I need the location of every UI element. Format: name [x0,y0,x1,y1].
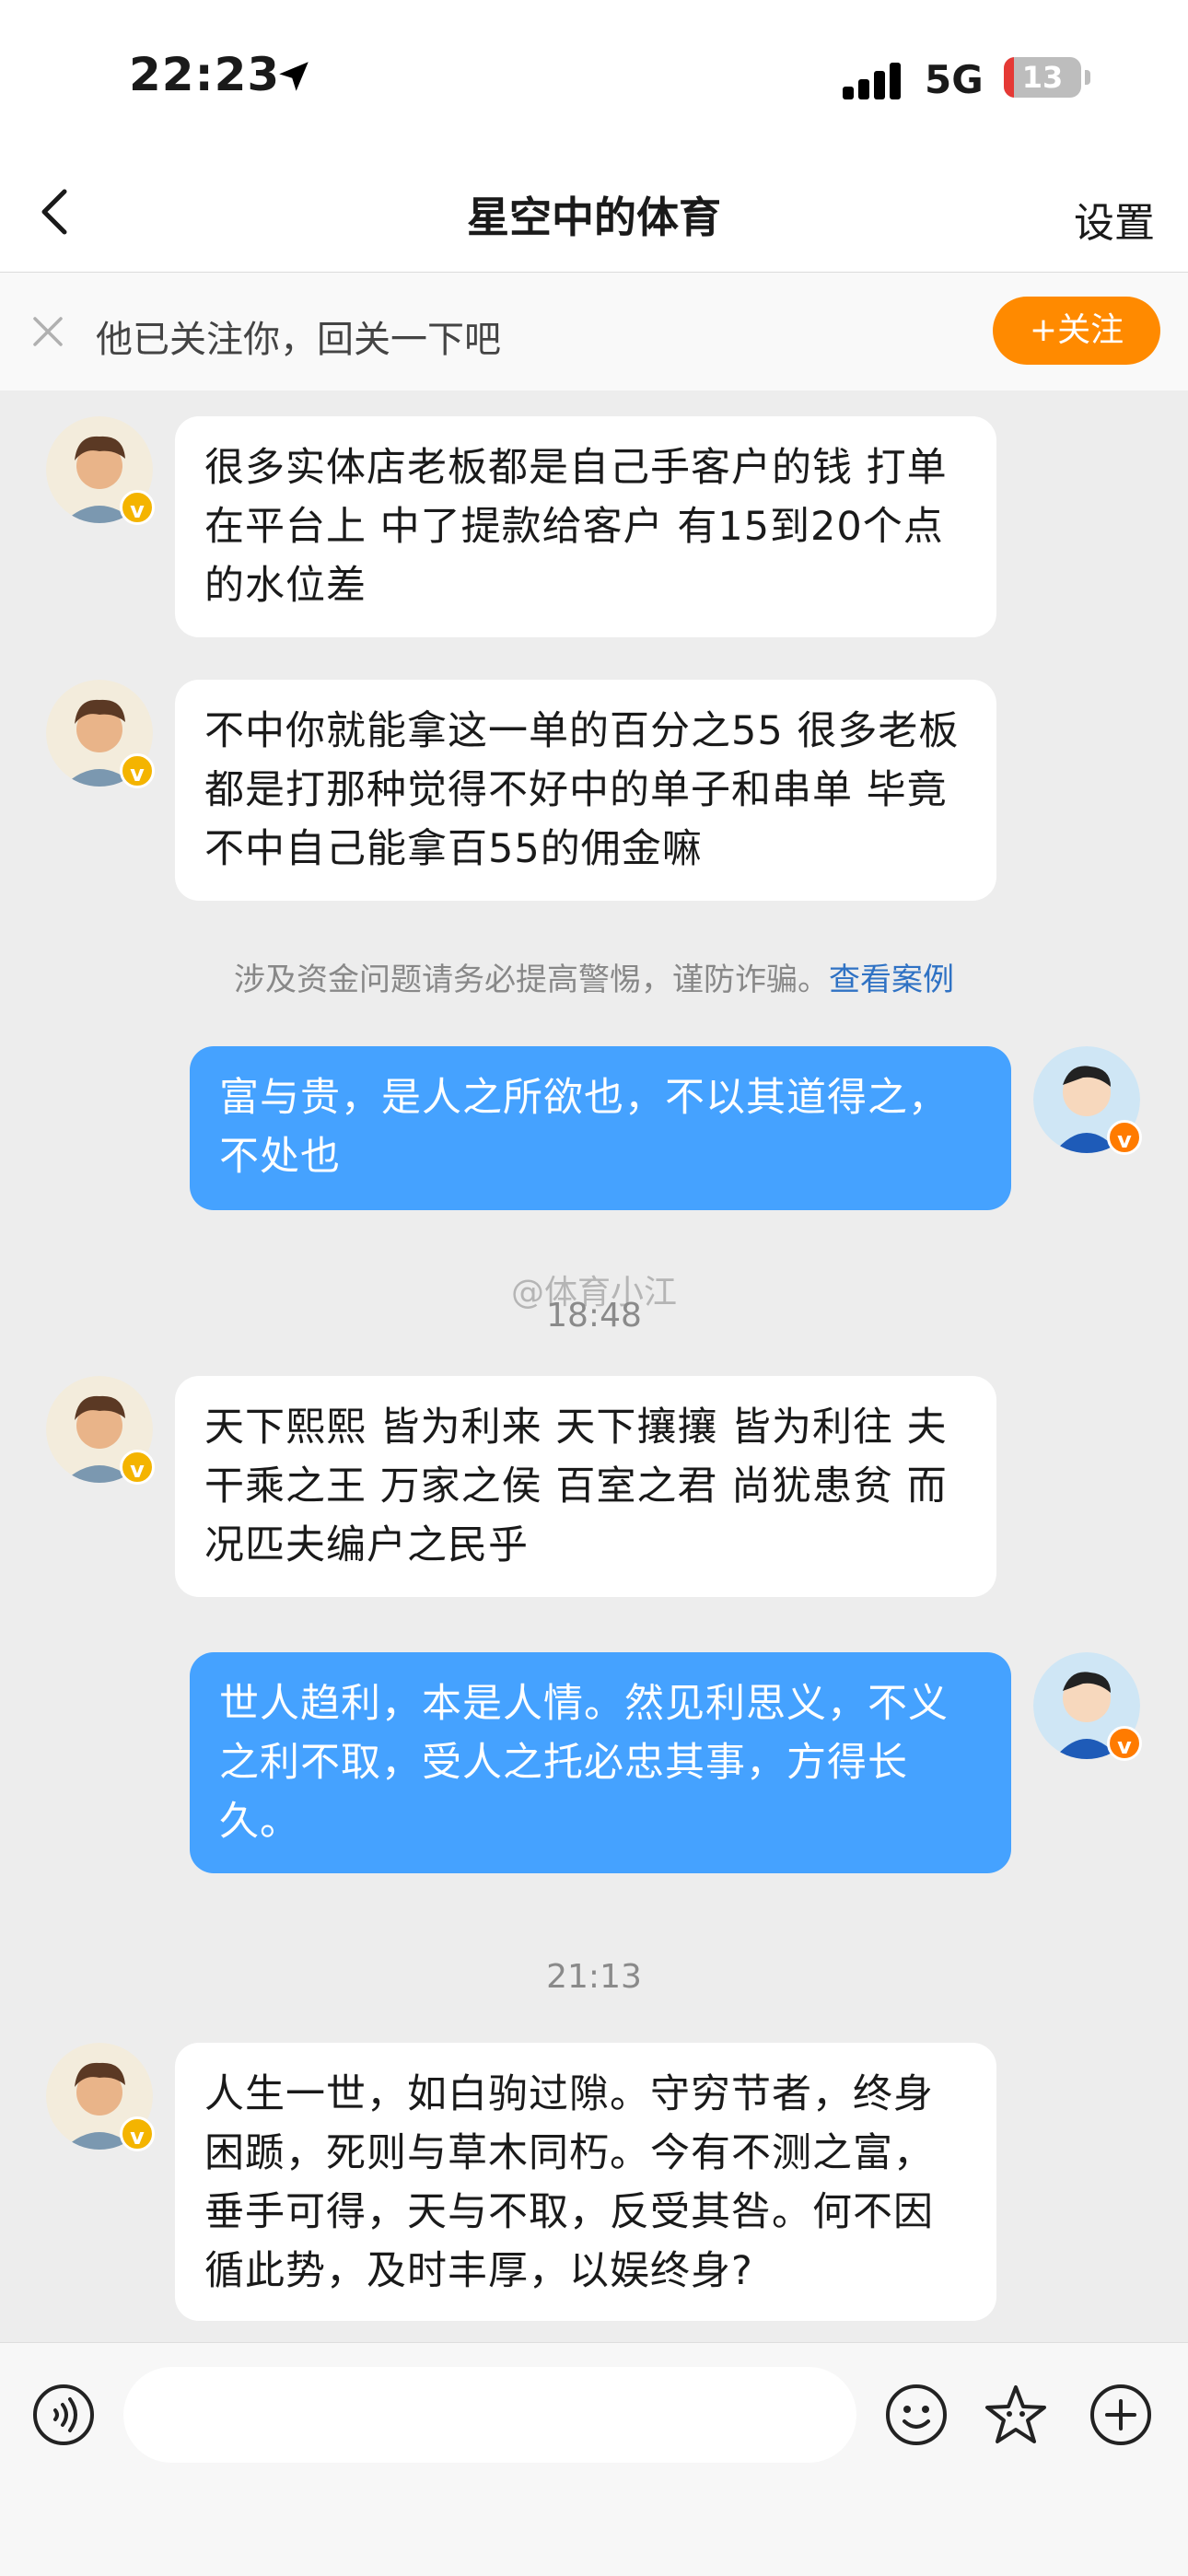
follow-prompt-text: 他已关注你，回关一下吧 [96,319,501,361]
verified-badge: v [120,1450,155,1485]
contact-avatar[interactable]: v [46,2043,155,2151]
battery-icon: 13 [1004,57,1081,98]
message-bubble-incoming[interactable]: 天下熙熙 皆为利来 天下攘攘 皆为利往 夫干乘之王 万家之侯 百室之君 尚犹患贫… [175,1376,996,1597]
fraud-warning-notice: 涉及资金问题请务必提高警惕，谨防诈骗。查看案例 [0,954,1188,999]
fraud-warning-text: 涉及资金问题请务必提高警惕，谨防诈骗。 [234,962,829,998]
user-avatar[interactable]: v [1033,1652,1142,1761]
verified-badge: v [120,2116,155,2151]
verified-badge: v [120,490,155,525]
follow-prompt-bar: 他已关注你，回关一下吧 +关注 [0,273,1188,390]
view-cases-link[interactable]: 查看案例 [829,962,954,998]
status-bar: 22:23 5G 13 [0,0,1188,157]
battery-percent: 13 [1021,60,1064,95]
settings-button[interactable]: 设置 [1074,190,1155,249]
message-bubble-outgoing[interactable]: 世人趋利，本是人情。然见利思义，不义之利不取，受人之托必忠其事，方得长久。 [190,1652,1011,1873]
message-input-bar [0,2342,1188,2576]
user-avatar[interactable]: v [1033,1046,1142,1155]
nav-bar: 星空中的体育 设置 [0,157,1188,273]
message-timestamp: 18:48 [546,1297,642,1335]
status-time: 22:23 [129,48,281,101]
message-bubble-incoming[interactable]: 不中你就能拿这一单的百分之55 很多老板都是打那种觉得不好中的单子和串单 毕竟不… [175,680,996,901]
network-type: 5G [925,57,984,102]
contact-avatar[interactable]: v [46,1376,155,1485]
verified-badge: v [120,753,155,788]
follow-button[interactable]: +关注 [993,297,1160,365]
verified-badge: v [1107,1120,1142,1155]
emoji-icon[interactable] [884,2383,949,2447]
verified-badge: v [1107,1726,1142,1761]
message-bubble-incoming[interactable]: 人生一世，如白驹过隙。守穷节者，终身困踬，死则与草木同朽。今有不测之富，垂手可得… [175,2043,996,2321]
message-text-input[interactable] [123,2367,856,2463]
location-arrow-icon [279,62,309,91]
contact-avatar[interactable]: v [46,680,155,788]
plus-icon[interactable] [1089,2383,1153,2447]
battery-tip [1085,70,1090,85]
message-timestamp: 21:13 [546,1958,642,1996]
message-bubble-incoming[interactable]: 很多实体店老板都是自己手客户的钱 打单在平台上 中了提款给客户 有15到20个点… [175,416,996,637]
cellular-signal-icon [843,61,903,99]
voice-icon[interactable] [31,2383,96,2447]
contact-avatar[interactable]: v [46,416,155,525]
sticker-icon[interactable] [984,2383,1048,2447]
message-bubble-outgoing[interactable]: 富与贵，是人之所欲也，不以其道得之，不处也 [190,1046,1011,1210]
page-title: 星空中的体育 [467,192,721,242]
close-icon[interactable] [29,313,66,350]
